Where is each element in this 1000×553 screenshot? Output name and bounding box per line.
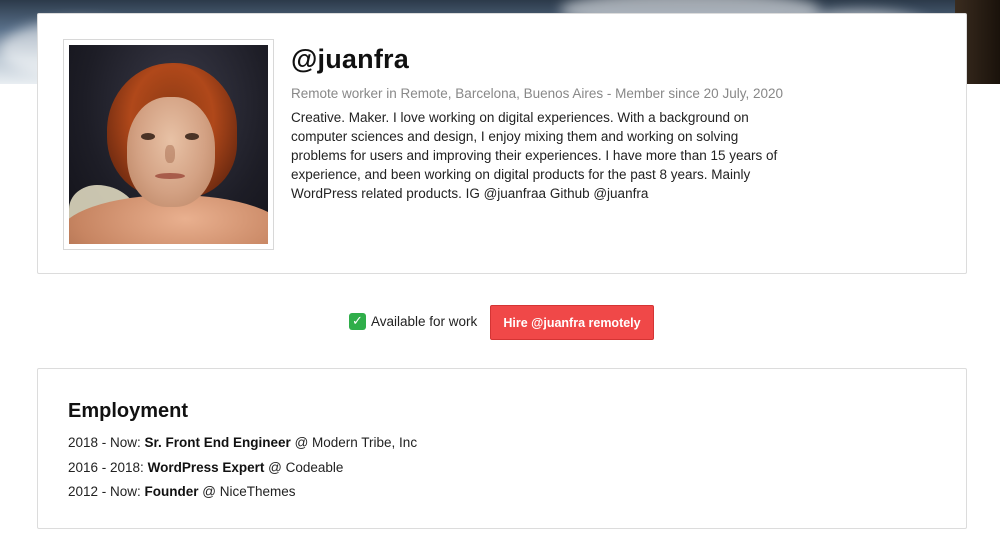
employment-item: 2018 - Now: Sr. Front End Engineer @ Mod… — [68, 431, 417, 456]
employment-period: 2016 - 2018: — [68, 459, 148, 475]
profile-meta: Remote worker in Remote, Barcelona, Buen… — [291, 86, 783, 101]
availability-label: Available for work — [371, 314, 478, 329]
avatar — [69, 45, 268, 244]
employment-card: Employment 2018 - Now: Sr. Front End Eng… — [37, 368, 967, 529]
employment-role: WordPress Expert — [147, 459, 265, 475]
profile-username: @juanfra — [291, 44, 409, 74]
employment-title: Employment — [68, 400, 189, 422]
employment-role: Sr. Front End Engineer — [144, 435, 291, 450]
employment-item: 2016 - 2018: WordPress Expert @ Codeable — [68, 456, 417, 481]
employment-role: Founder — [144, 484, 199, 499]
check-icon: ✓ — [349, 313, 366, 330]
employment-period: 2018 - Now: — [68, 435, 145, 450]
employment-list: 2018 - Now: Sr. Front End Engineer @ Mod… — [68, 431, 417, 505]
hire-row: ✓ Available for work Hire @juanfra remot… — [0, 305, 1000, 341]
profile-card: @juanfra Remote worker in Remote, Barcel… — [37, 13, 967, 274]
employment-company: @ Modern Tribe, Inc — [290, 435, 418, 450]
employment-item: 2012 - Now: Founder @ NiceThemes — [68, 480, 417, 505]
employment-company: @ Codeable — [264, 459, 344, 475]
hire-button[interactable]: Hire @juanfra remotely — [490, 305, 654, 340]
employment-company: @ NiceThemes — [198, 484, 296, 499]
availability-status: ✓ Available for work — [349, 313, 477, 330]
employment-period: 2012 - Now: — [68, 484, 145, 499]
profile-bio: Creative. Maker. I love working on digit… — [291, 110, 778, 201]
avatar-frame — [63, 39, 274, 250]
